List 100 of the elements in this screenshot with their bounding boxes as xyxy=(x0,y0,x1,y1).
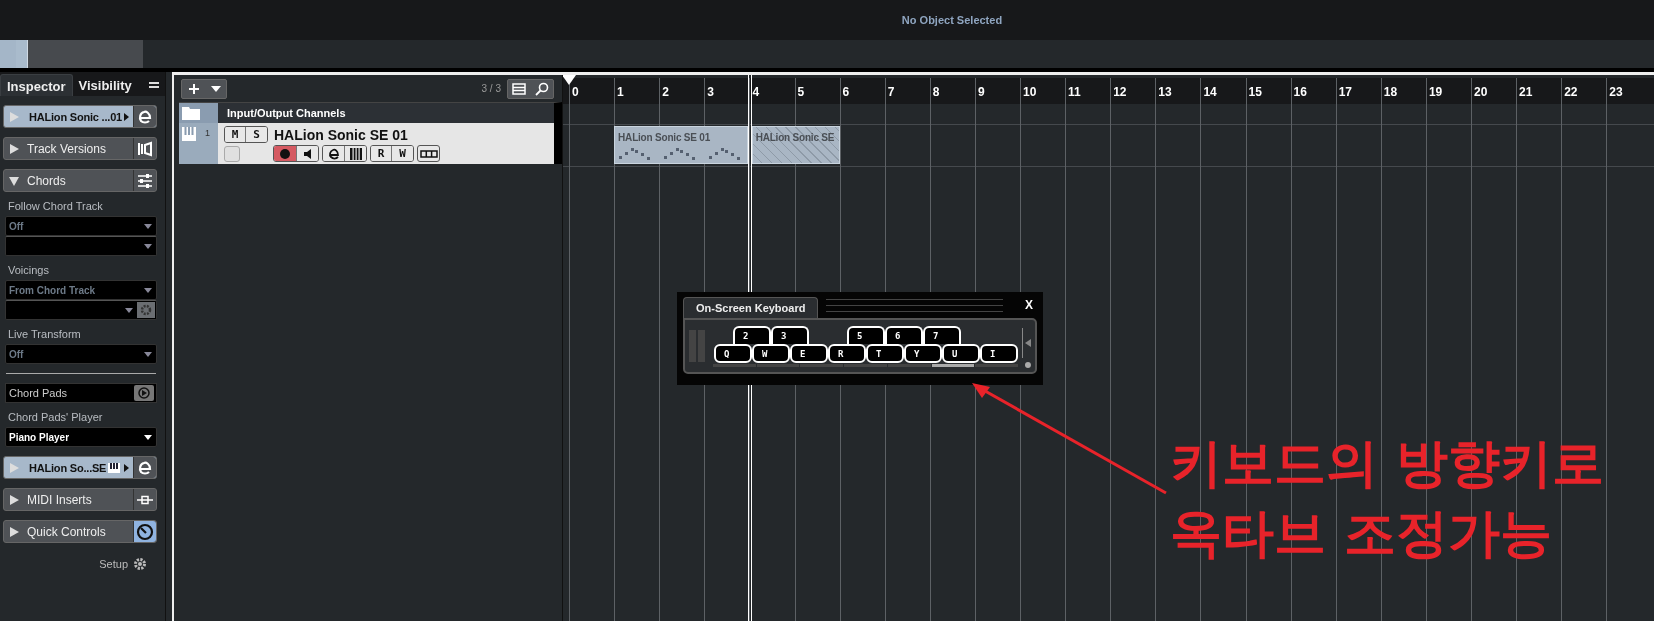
bar-number: 13 xyxy=(1158,85,1172,99)
play-icon[interactable] xyxy=(134,385,154,401)
keyboard-key[interactable]: W xyxy=(752,344,790,363)
expand-icon xyxy=(9,175,19,186)
caret-right-icon xyxy=(124,463,129,472)
bar-number: 7 xyxy=(887,85,895,99)
status-title: No Object Selected xyxy=(901,14,1003,26)
field-label: Voicings xyxy=(8,264,50,276)
bar-number: 5 xyxy=(797,85,805,99)
timeline-ruler[interactable] xyxy=(563,78,1654,104)
caret-icon xyxy=(144,243,152,249)
field-label: Follow Chord Track xyxy=(8,200,104,212)
inspector-tab[interactable]: Inspector xyxy=(0,74,73,96)
track-name: HALion Sonic SE 01 xyxy=(274,126,408,143)
annotation-text: 키보드의 방향키로 xyxy=(1170,432,1605,495)
bar-number: 0 xyxy=(572,85,579,99)
bar-number: 23 xyxy=(1609,85,1623,99)
mute-button[interactable]: M xyxy=(225,127,246,142)
keyboard-key[interactable]: E xyxy=(790,344,828,363)
bar-number: 22 xyxy=(1564,85,1578,99)
section-label: Chords xyxy=(27,173,67,188)
bar-number: 14 xyxy=(1203,85,1217,99)
track-count: 3 / 3 xyxy=(481,83,501,94)
track-header[interactable]: 1 M S HALion Sonic SE 01 R W xyxy=(179,123,562,164)
knob-icon[interactable] xyxy=(133,521,156,542)
track-checkbox[interactable] xyxy=(224,146,240,162)
keyboard-key[interactable]: 6 xyxy=(885,326,923,344)
chord-pads-field[interactable]: Chord Pads xyxy=(5,383,157,403)
caret-right-icon xyxy=(124,112,129,121)
section-header[interactable]: HALion Sonic ...01 xyxy=(3,105,157,128)
bar-number: 12 xyxy=(1113,85,1127,99)
bar-number: 16 xyxy=(1293,85,1307,99)
bar-number: 19 xyxy=(1428,85,1443,99)
folder-icon xyxy=(182,106,200,120)
section-header[interactable]: Quick Controls xyxy=(3,520,157,543)
record-button[interactable] xyxy=(274,146,297,161)
setup-label[interactable]: Setup xyxy=(99,558,128,570)
caret-icon xyxy=(144,287,152,293)
bar-number: 20 xyxy=(1474,85,1488,99)
section-header[interactable]: Track Versions xyxy=(3,137,157,160)
keyboard-key[interactable]: T xyxy=(866,344,904,363)
keyboard-key[interactable]: 2 xyxy=(733,326,771,344)
section-label: Quick Controls xyxy=(27,524,107,539)
caret-icon xyxy=(144,434,152,440)
keyboard-key[interactable]: R xyxy=(828,344,866,363)
track-number: 1 xyxy=(205,128,210,138)
section-header[interactable]: HALion So...SE xyxy=(3,456,157,479)
midi-part[interactable]: HALion Sonic SE 01 xyxy=(614,126,749,164)
scroll-arrow-icon[interactable] xyxy=(1025,339,1031,347)
bar-number: 4 xyxy=(752,85,760,99)
dropdown[interactable]: Piano Player xyxy=(5,427,157,447)
bar-number: 10 xyxy=(1023,85,1037,99)
caret-icon xyxy=(125,307,133,313)
insert-icon[interactable] xyxy=(133,489,156,510)
edit-icon[interactable] xyxy=(133,457,156,478)
keyboard-key[interactable]: Q xyxy=(714,344,752,363)
field-label: Live Transform xyxy=(8,328,82,340)
keyboard-key[interactable]: I xyxy=(980,344,1018,363)
bar-number: 6 xyxy=(842,85,850,99)
section-header[interactable]: Chords xyxy=(3,169,157,192)
expand-icon xyxy=(9,526,19,537)
keyboard-key[interactable]: 7 xyxy=(923,326,961,344)
lanes-icon[interactable] xyxy=(417,145,440,162)
edit-icon[interactable] xyxy=(133,106,156,127)
bar-number: 3 xyxy=(707,85,714,99)
inspector-tab[interactable]: Visibility xyxy=(72,74,138,96)
add-track-button[interactable] xyxy=(181,78,227,99)
list-icon[interactable] xyxy=(512,82,527,95)
bar-number: 8 xyxy=(932,85,940,99)
level-meter xyxy=(689,330,705,362)
octave-segment[interactable] xyxy=(931,363,975,367)
caret-icon xyxy=(144,223,152,229)
settings-icon[interactable] xyxy=(133,557,147,571)
annotation-text: 옥타브 조정가능 xyxy=(1170,502,1554,565)
keyboard-key[interactable]: 5 xyxy=(847,326,885,344)
record-icon xyxy=(280,148,290,159)
piano-icon xyxy=(182,127,196,141)
midi-part[interactable]: HALion Sonic SE xyxy=(751,126,840,164)
keyboard-key[interactable]: U xyxy=(942,344,980,363)
bar-number: 21 xyxy=(1519,85,1533,99)
bar-number: 18 xyxy=(1383,85,1398,99)
search-icon[interactable] xyxy=(534,81,549,96)
bar-number: 2 xyxy=(662,85,669,99)
bar-number: 15 xyxy=(1248,85,1262,99)
keyboard-key[interactable]: Y xyxy=(904,344,942,363)
section-label: HALion So...SE xyxy=(29,461,108,474)
keyboard-key[interactable]: 3 xyxy=(771,326,809,344)
overview-thumb[interactable] xyxy=(0,40,143,68)
edit-icon[interactable] xyxy=(323,146,345,161)
window-tab[interactable]: On-Screen Keyboard xyxy=(683,297,819,318)
plus-icon xyxy=(187,82,200,95)
close-button[interactable]: X xyxy=(1021,298,1037,318)
section-header[interactable]: MIDI Inserts xyxy=(3,488,157,511)
expand-icon xyxy=(9,111,19,122)
expand-icon xyxy=(9,494,19,505)
menu-icon[interactable] xyxy=(149,81,159,89)
caret-icon xyxy=(210,85,221,92)
playhead-marker[interactable] xyxy=(563,75,576,85)
caret-icon xyxy=(144,351,152,357)
read-button[interactable]: R xyxy=(371,146,392,161)
